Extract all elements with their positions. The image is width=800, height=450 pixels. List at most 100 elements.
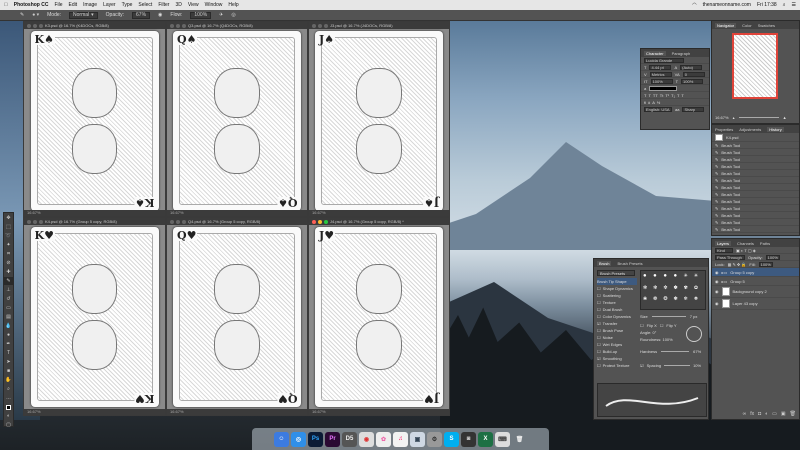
hscale-field[interactable]: 100%	[681, 78, 704, 84]
magic-wand-icon[interactable]: ✦	[4, 241, 13, 249]
screen-mode-icon[interactable]: ▢	[4, 421, 13, 429]
history-item[interactable]: ✎ Brush Tool	[712, 177, 799, 184]
new-layer-icon[interactable]: ▣	[781, 411, 786, 417]
option-checkbox[interactable]: ☑	[597, 355, 601, 362]
fill-field[interactable]: 100%	[758, 261, 773, 267]
brush-option-item[interactable]: ☑ Smoothing	[597, 355, 637, 362]
pen-icon[interactable]: ✒	[4, 340, 13, 348]
photoshop-icon[interactable]: Ps	[308, 431, 323, 447]
menu-window[interactable]: Window	[205, 2, 223, 8]
brush-tool-icon[interactable]: ✎	[20, 12, 24, 18]
doc-tab[interactable]: Q3.psd @ 16.7% (Q4DOCs, RGB/8)	[167, 22, 307, 29]
tab-color[interactable]: Color	[742, 23, 752, 28]
option-checkbox[interactable]: ☑	[597, 320, 601, 327]
card-canvas[interactable]: Q♠ Q♠	[173, 31, 301, 211]
filter-icons[interactable]: ▣ ◐ T ▢ ◈	[736, 248, 756, 253]
angle-roundness-widget[interactable]	[686, 326, 702, 342]
skype-icon[interactable]: S	[444, 431, 459, 447]
doc-window-q3[interactable]: Q3.psd @ 16.7% (Q4DOCs, RGB/8) Q♠ Q♠ 16.…	[166, 21, 308, 217]
d5-icon[interactable]: D5	[342, 431, 357, 447]
doc-window-q4[interactable]: Q4.psd @ 16.7% (Group 5 copy, RGB/8) Q♥ …	[166, 217, 308, 416]
wifi-icon[interactable]: ◠	[692, 2, 696, 8]
history-item[interactable]: ✎ Brush Tool	[712, 198, 799, 205]
all-caps-icon[interactable]: TT	[653, 93, 658, 98]
spacing-value[interactable]: 10%	[693, 363, 701, 368]
lasso-tool-icon[interactable]: ➰	[4, 232, 13, 240]
text-color-swatch[interactable]	[649, 85, 678, 91]
doc-tab[interactable]: K3.psd @ 16.7% (K4DOCs, RGB/8)	[24, 22, 165, 29]
opacity-field[interactable]: 67%	[132, 11, 151, 19]
option-checkbox[interactable]: ☐	[597, 299, 601, 306]
flow-field[interactable]: 100%	[190, 11, 212, 19]
menu-edit[interactable]: Edit	[69, 2, 78, 8]
layer-opacity-field[interactable]: 100%	[765, 254, 780, 260]
history-brush-icon[interactable]: ↺	[4, 295, 13, 303]
brush-option-item[interactable]: ☐ Protect Texture	[597, 362, 637, 369]
brush-presets-button[interactable]: Brush Presets	[597, 270, 635, 276]
trash-icon[interactable]: 🗑	[790, 411, 796, 417]
card-canvas[interactable]: Q♥ Q♥	[173, 227, 301, 407]
brush-option-item[interactable]: ☐ Color Dynamics	[597, 313, 637, 320]
navigator-preview[interactable]	[732, 33, 778, 99]
ligature-icon[interactable]: fi	[644, 100, 646, 105]
leading-field[interactable]: (Auto)	[680, 64, 703, 70]
airbrush-icon[interactable]: ✈	[219, 12, 223, 18]
history-item[interactable]: ✎ Brush Tool	[712, 191, 799, 198]
size-slider[interactable]	[651, 316, 686, 317]
brush-preset-picker[interactable]: ● ▾	[32, 12, 39, 18]
brush-tip-grid[interactable]: ● ● ● ● ✳ ✳ ✻ ✻ ✼ ✽ ✾ ✿ ❀ ❁ ❂ ❃ ❄ ❅	[640, 270, 706, 310]
path-select-icon[interactable]: ➤	[4, 358, 13, 366]
apple-icon[interactable]: 	[4, 2, 8, 8]
menu-select[interactable]: Select	[138, 2, 152, 8]
chrome-icon[interactable]: ◉	[359, 431, 374, 447]
tab-paths[interactable]: Paths	[760, 241, 770, 246]
swash-icon[interactable]: A	[652, 100, 655, 105]
doc-window-k4[interactable]: K4.psd @ 16.7% (Group 5 copy, RGB/8) K♥ …	[23, 217, 166, 416]
fx-icon[interactable]: fx	[750, 411, 754, 417]
user-name[interactable]: thenameonname.com	[703, 2, 751, 8]
size-value[interactable]: 7 px	[690, 314, 698, 319]
menu-list-icon[interactable]: ☰	[792, 2, 796, 8]
card-canvas[interactable]: K♠ K♠	[30, 31, 159, 211]
option-checkbox[interactable]: ☐	[597, 306, 601, 313]
hardness-slider[interactable]	[661, 351, 690, 352]
card-canvas[interactable]: K♥ K♥	[30, 227, 159, 407]
eye-icon[interactable]: ◉	[715, 301, 719, 306]
tab-channels[interactable]: Channels	[737, 241, 754, 246]
brush-option-item[interactable]: ☐ Dual Brush	[597, 306, 637, 313]
roundness-value[interactable]: 100%	[662, 337, 672, 342]
history-item[interactable]: ✎ Brush Tool	[712, 163, 799, 170]
history-item[interactable]: ✎ Brush Tool	[712, 212, 799, 219]
tracking-field[interactable]: 0	[682, 71, 705, 77]
layer-row[interactable]: ◉ ▸▭ Group 5 copy	[712, 268, 799, 277]
history-item[interactable]: ✎ Brush Tool	[712, 226, 799, 233]
tab-properties[interactable]: Properties	[715, 127, 733, 132]
subscript-icon[interactable]: T₁	[671, 93, 675, 98]
history-item[interactable]: ✎ Brush Tool	[712, 170, 799, 177]
zoom-slider[interactable]	[738, 117, 779, 118]
tab-paragraph[interactable]: Paragraph	[672, 51, 691, 56]
doc-tab[interactable]: J4.psd @ 16.7% (Group 5 copy, RGB/8) *	[309, 218, 449, 225]
clock[interactable]: Fri 17:38	[757, 2, 777, 8]
zoom-out-icon[interactable]: ▴	[733, 115, 735, 120]
menu-3d[interactable]: 3D	[175, 2, 181, 8]
history-item[interactable]: ✎ Brush Tool	[712, 219, 799, 226]
premiere-icon[interactable]: Pr	[325, 431, 340, 447]
option-checkbox[interactable]: ☐	[597, 313, 601, 320]
option-checkbox[interactable]: ☐	[597, 285, 601, 292]
safari-icon[interactable]: ◎	[291, 431, 306, 447]
tab-adjustments[interactable]: Adjustments	[739, 127, 761, 132]
menu-help[interactable]: Help	[228, 2, 238, 8]
font-family-select[interactable]: Lucida Grande	[644, 57, 684, 63]
brush-option-item[interactable]: ☐ Wet Edges	[597, 341, 637, 348]
antialias-select[interactable]: Sharp	[682, 107, 705, 112]
angle-value[interactable]: 0°	[652, 330, 656, 335]
doc-window-j3[interactable]: J3.psd @ 16.7% (J4DOCs, RGB/8) J♠ J♠ 16.…	[308, 21, 450, 217]
pressure-size-icon[interactable]: ◎	[231, 12, 235, 18]
brush-tool-icon[interactable]: ✎	[4, 277, 13, 285]
doc-tab[interactable]: J3.psd @ 16.7% (J4DOCs, RGB/8)	[309, 22, 449, 29]
doc-window-k3[interactable]: K3.psd @ 16.7% (K4DOCs, RGB/8) K♠ K♠ 16.…	[23, 21, 166, 217]
flip-y-checkbox[interactable]: ☐	[660, 323, 664, 328]
link-icon[interactable]: ∞	[743, 411, 747, 417]
brush-option-item[interactable]: ☐ Texture	[597, 299, 637, 306]
